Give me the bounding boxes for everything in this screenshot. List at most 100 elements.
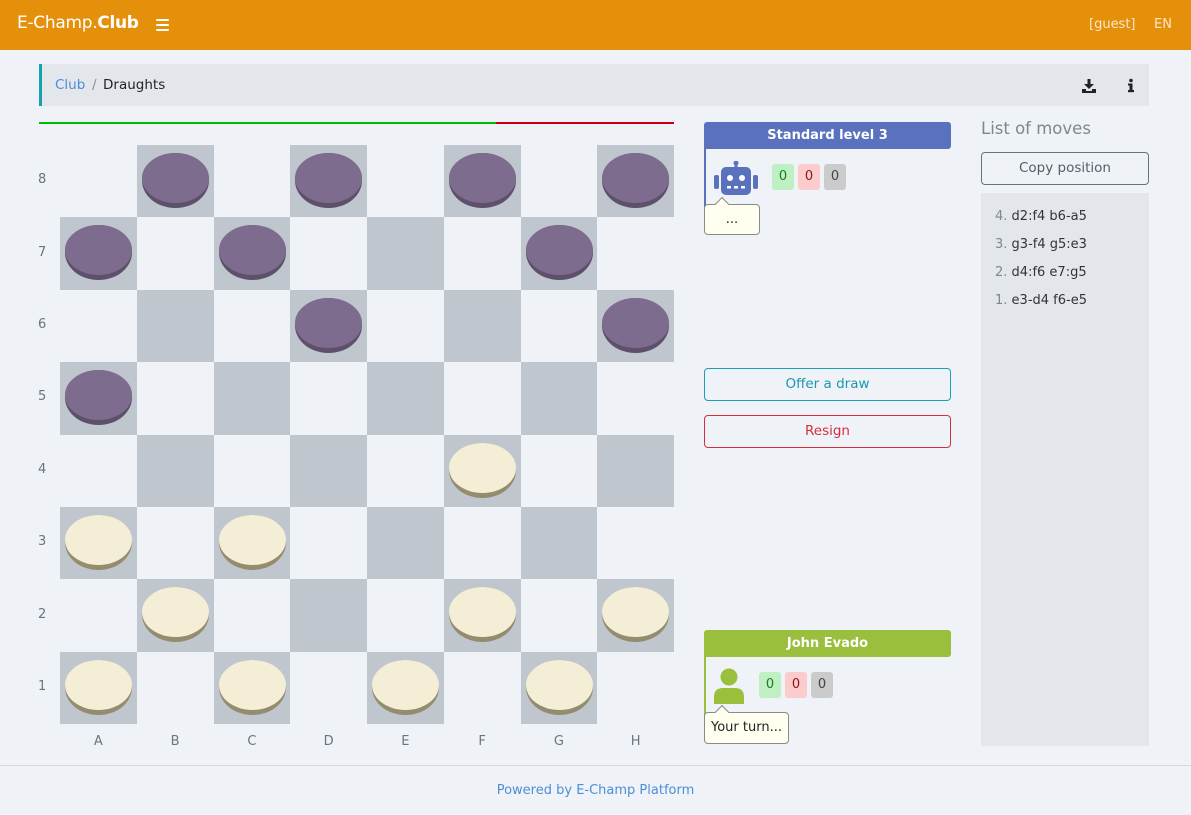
- square-a7[interactable]: [60, 217, 137, 290]
- opponent-panel: Standard level 3 0 0 0 ...: [704, 122, 951, 235]
- square-c5[interactable]: [213, 362, 291, 435]
- black-piece-a7[interactable]: [65, 225, 132, 281]
- file-label-d: D: [323, 734, 334, 749]
- square-a3[interactable]: [60, 507, 137, 580]
- offer-draw-button[interactable]: Offer a draw: [704, 368, 951, 401]
- player-losses: 0: [785, 672, 807, 698]
- move-number: 2.: [995, 265, 1012, 280]
- language-selector[interactable]: EN: [1154, 17, 1172, 32]
- square-d6[interactable]: [290, 289, 367, 363]
- square-g1[interactable]: [520, 651, 598, 725]
- square-e7[interactable]: [367, 217, 444, 290]
- top-navbar: E-Champ.Club [guest] EN: [0, 0, 1191, 50]
- square-g6: [520, 289, 598, 363]
- move-item[interactable]: 4. d2:f4 b6-a5: [995, 209, 1087, 224]
- breadcrumb: Club / Draughts: [39, 64, 1149, 106]
- square-b3: [136, 507, 214, 580]
- move-number: 4.: [995, 209, 1012, 224]
- square-g4: [520, 434, 598, 507]
- square-c3[interactable]: [213, 507, 291, 580]
- white-piece-c3[interactable]: [218, 515, 286, 570]
- square-h6[interactable]: [597, 289, 674, 363]
- balance-bar-red: [496, 122, 674, 124]
- copy-position-button[interactable]: Copy position: [981, 152, 1149, 185]
- player-wins: 0: [759, 672, 781, 698]
- square-f7: [443, 217, 521, 290]
- brand-logo[interactable]: E-Champ.Club: [17, 13, 139, 33]
- opponent-wins: 0: [772, 164, 794, 190]
- square-d7: [290, 217, 367, 290]
- black-piece-f8[interactable]: [448, 153, 516, 208]
- square-g3[interactable]: [520, 507, 598, 580]
- hamburger-icon[interactable]: [156, 19, 169, 31]
- rank-label-2: 2: [38, 606, 47, 622]
- move-item[interactable]: 2. d4:f6 e7:g5: [995, 265, 1087, 280]
- black-piece-g7[interactable]: [525, 225, 593, 281]
- square-c1[interactable]: [213, 651, 291, 725]
- white-piece-e1[interactable]: [372, 659, 439, 715]
- square-b8[interactable]: [136, 145, 214, 218]
- opponent-losses: 0: [798, 164, 820, 190]
- square-c7[interactable]: [213, 217, 291, 290]
- square-f2[interactable]: [443, 579, 521, 652]
- square-a1[interactable]: [60, 651, 137, 725]
- square-c4: [213, 434, 291, 507]
- balance-bar: [39, 122, 674, 124]
- move-item[interactable]: 3. g3-f4 g5:e3: [995, 237, 1087, 252]
- rank-label-7: 7: [38, 244, 47, 260]
- black-piece-d8[interactable]: [295, 153, 363, 208]
- square-h2[interactable]: [597, 579, 674, 652]
- black-piece-h8[interactable]: [602, 153, 670, 208]
- square-f6[interactable]: [443, 289, 521, 363]
- white-piece-h2[interactable]: [602, 587, 670, 643]
- user-menu-link[interactable]: [guest]: [1089, 17, 1136, 32]
- square-h8[interactable]: [597, 145, 674, 218]
- white-piece-b2[interactable]: [141, 587, 209, 643]
- breadcrumb-club-link[interactable]: Club: [55, 77, 85, 93]
- square-a5[interactable]: [60, 362, 137, 435]
- white-piece-c1[interactable]: [218, 659, 286, 715]
- black-piece-d6[interactable]: [295, 297, 363, 353]
- square-h4[interactable]: [597, 434, 674, 507]
- move-text: e3-d4 f6-e5: [1011, 293, 1087, 308]
- square-g5[interactable]: [520, 362, 598, 435]
- square-b4[interactable]: [136, 434, 214, 507]
- square-f5: [443, 362, 521, 435]
- square-e8: [367, 145, 444, 218]
- white-piece-g1[interactable]: [525, 659, 593, 715]
- square-e1[interactable]: [367, 651, 444, 725]
- white-piece-f4[interactable]: [448, 442, 516, 498]
- square-b2[interactable]: [136, 579, 214, 652]
- black-piece-c7[interactable]: [218, 225, 286, 281]
- rank-label-1: 1: [38, 679, 47, 694]
- player-name: John Evado: [704, 630, 951, 657]
- white-piece-a1[interactable]: [65, 659, 132, 715]
- white-piece-f2[interactable]: [448, 587, 516, 643]
- move-item[interactable]: 1. e3-d4 f6-e5: [995, 293, 1087, 308]
- square-e3[interactable]: [367, 507, 444, 580]
- player-status-bubble: Your turn...: [704, 712, 789, 744]
- white-piece-a3[interactable]: [65, 515, 132, 570]
- square-e5[interactable]: [367, 362, 444, 435]
- square-f8[interactable]: [443, 145, 521, 218]
- black-piece-a5[interactable]: [65, 370, 132, 426]
- footer-powered-by-link[interactable]: Powered by E-Champ Platform: [0, 783, 1191, 798]
- square-d2[interactable]: [290, 579, 367, 652]
- rank-label-4: 4: [38, 461, 47, 477]
- square-h3: [597, 507, 674, 580]
- breadcrumb-current: Draughts: [103, 77, 166, 93]
- moves-title: List of moves: [981, 119, 1091, 138]
- square-b6[interactable]: [136, 289, 214, 363]
- square-d8[interactable]: [290, 145, 367, 218]
- square-c8: [213, 145, 291, 218]
- black-piece-h6[interactable]: [602, 297, 670, 353]
- move-text: d2:f4 b6-a5: [1011, 209, 1087, 224]
- info-icon[interactable]: [1122, 77, 1140, 95]
- resign-button[interactable]: Resign: [704, 415, 951, 448]
- download-icon[interactable]: [1080, 77, 1098, 95]
- square-g7[interactable]: [520, 217, 598, 290]
- square-f4[interactable]: [443, 434, 521, 507]
- move-number: 1.: [995, 293, 1012, 308]
- black-piece-b8[interactable]: [141, 153, 209, 208]
- square-d4[interactable]: [290, 434, 367, 507]
